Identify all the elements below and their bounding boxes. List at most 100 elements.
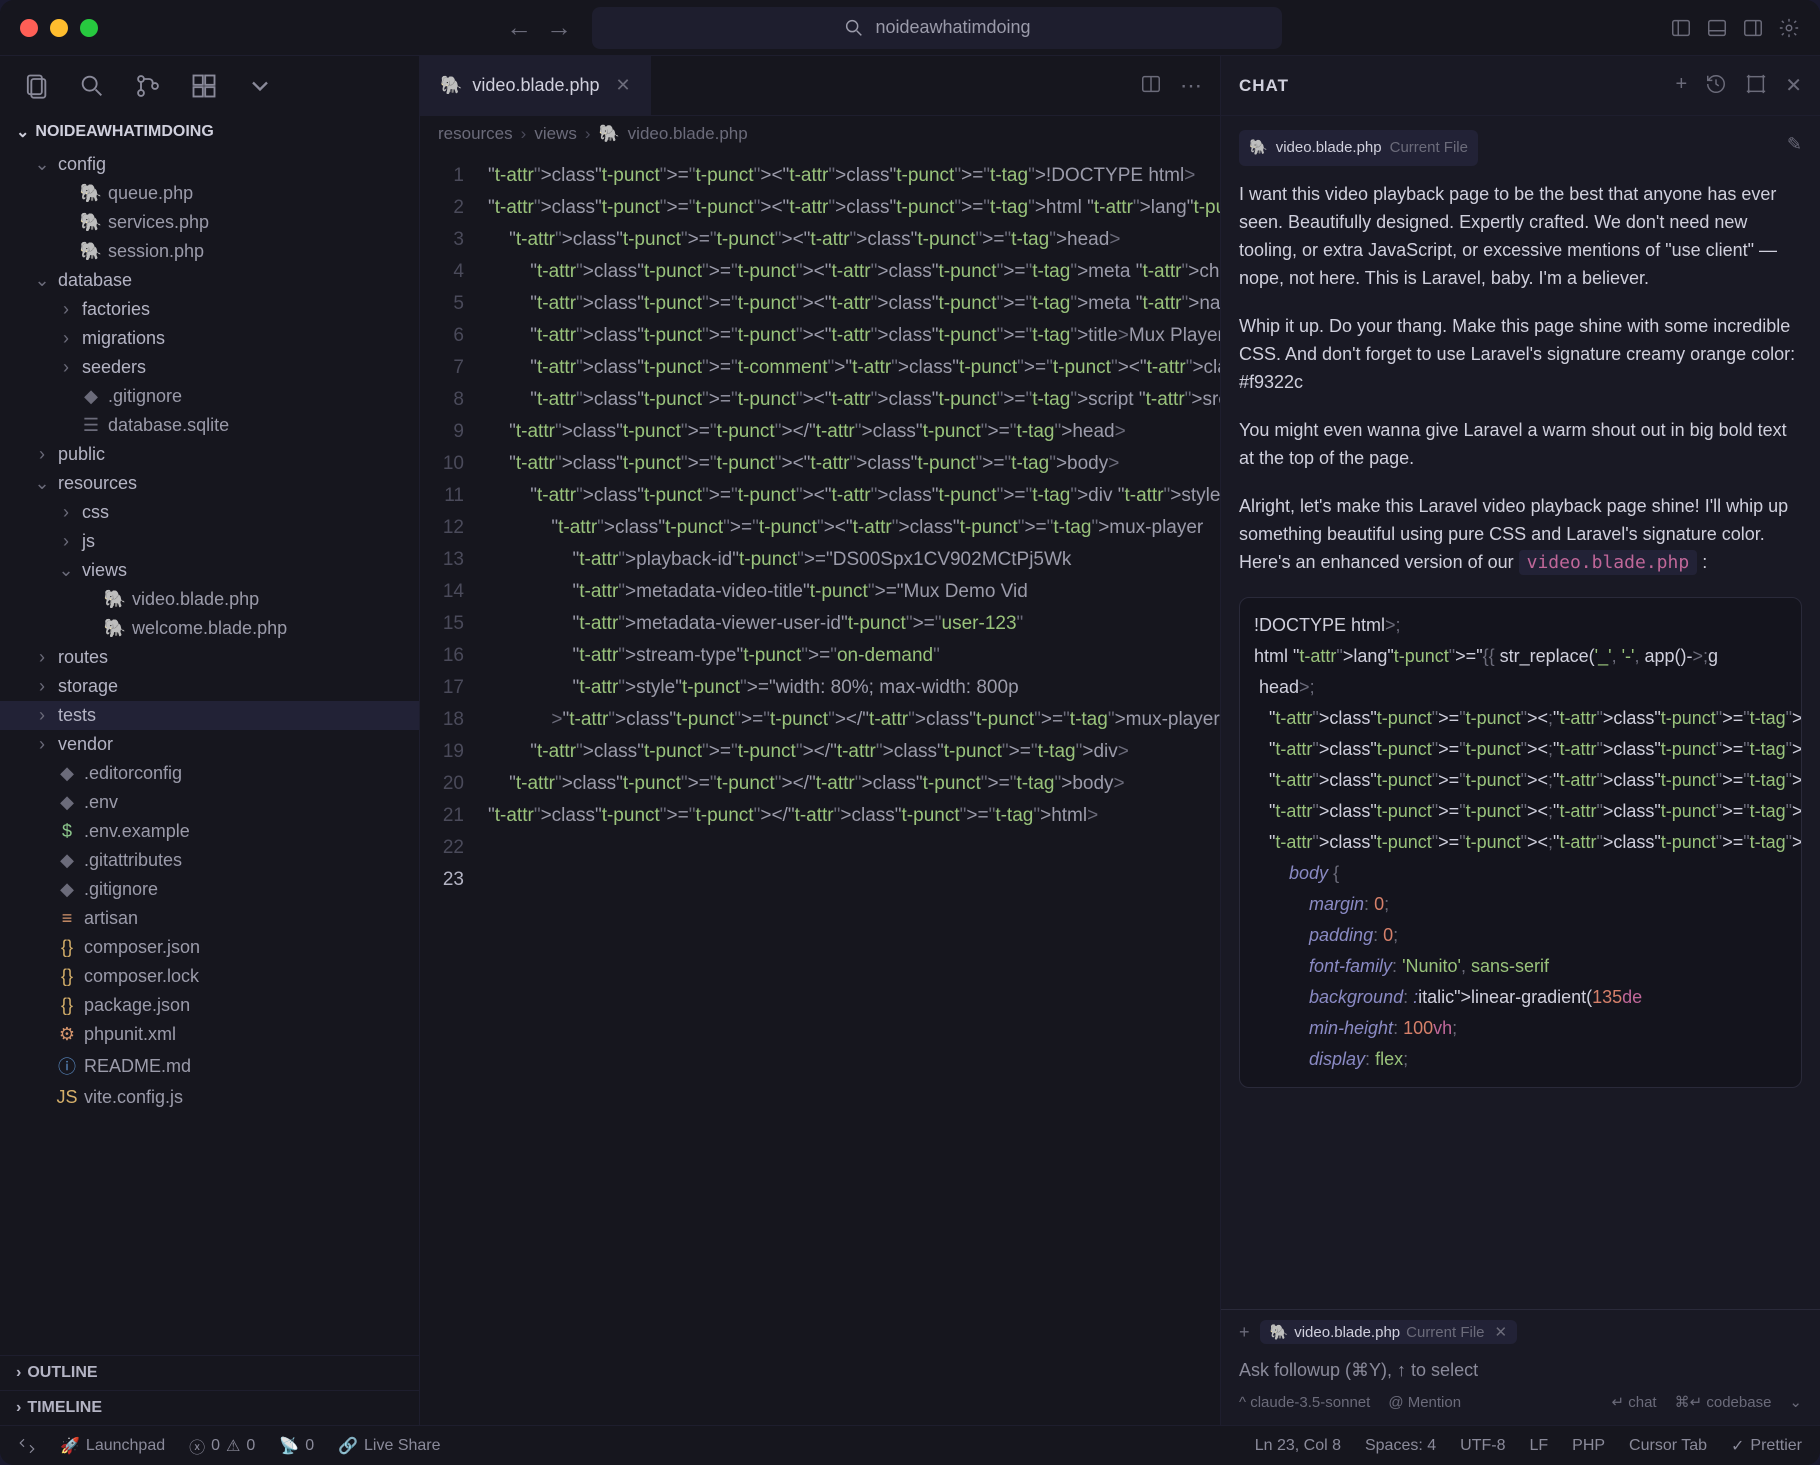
editor-tab[interactable]: 🐘 video.blade.php ✕ — [420, 56, 651, 115]
file-item[interactable]: $.env.example — [0, 817, 419, 846]
close-panel-icon[interactable]: ✕ — [1785, 73, 1802, 98]
command-center[interactable]: noideawhatimdoing — [592, 7, 1282, 49]
chevron-icon: ⌄ — [34, 270, 50, 291]
chat-input-area: + 🐘 video.blade.php Current File ✕ Ask f… — [1221, 1309, 1820, 1425]
folder-item[interactable]: ›migrations — [0, 324, 419, 353]
file-item[interactable]: ◆.env — [0, 788, 419, 817]
extensions-icon[interactable] — [190, 72, 218, 100]
file-item[interactable]: ◆.gitignore — [0, 875, 419, 904]
folder-item[interactable]: ›tests — [0, 701, 419, 730]
explorer-header[interactable]: ⌄ NOIDEAWHATIMDOING — [0, 116, 419, 148]
edit-icon[interactable]: ✎ — [1787, 130, 1802, 158]
code-editor[interactable]: 1234567891011121314151617181920212223 "t… — [420, 152, 1220, 1425]
file-item[interactable]: 🐘welcome.blade.php — [0, 614, 419, 643]
gitattr-icon: ◆ — [58, 850, 76, 871]
file-item[interactable]: {}package.json — [0, 991, 419, 1020]
model-selector[interactable]: ^ claude-3.5-sonnet — [1239, 1394, 1370, 1411]
file-item[interactable]: ≡artisan — [0, 904, 419, 933]
folder-item[interactable]: ›routes — [0, 643, 419, 672]
panel-bottom-icon[interactable] — [1706, 17, 1728, 39]
folder-item[interactable]: ⌄resources — [0, 469, 419, 498]
window-close-button[interactable] — [20, 19, 38, 37]
file-item[interactable]: 🐘video.blade.php — [0, 585, 419, 614]
close-tab-icon[interactable]: ✕ — [616, 75, 631, 96]
file-item[interactable]: 🐘services.php — [0, 208, 419, 237]
more-actions-icon[interactable]: ⋯ — [1180, 73, 1202, 99]
file-item[interactable]: ⓘREADME.md — [0, 1049, 419, 1083]
outline-section[interactable]: ›OUTLINE — [0, 1355, 419, 1390]
file-item[interactable]: 🐘queue.php — [0, 179, 419, 208]
file-item[interactable]: ◆.gitignore — [0, 382, 419, 411]
folder-item[interactable]: ›css — [0, 498, 419, 527]
panel-right-icon[interactable] — [1742, 17, 1764, 39]
chat-input[interactable]: Ask followup (⌘Y), ↑ to select — [1239, 1354, 1802, 1393]
file-item[interactable]: ☰database.sqlite — [0, 411, 419, 440]
file-tree: ⌄config🐘queue.php🐘services.php🐘session.p… — [0, 148, 419, 1355]
envexample-icon: $ — [58, 821, 76, 842]
search-icon[interactable] — [78, 72, 106, 100]
timeline-section[interactable]: ›TIMELINE — [0, 1390, 419, 1425]
file-item[interactable]: ◆.gitattributes — [0, 846, 419, 875]
window-minimize-button[interactable] — [50, 19, 68, 37]
code-content[interactable]: "t-attr">class"t-punct">="t-punct"><"t-a… — [480, 152, 1220, 1425]
mention-button[interactable]: @ Mention — [1388, 1394, 1461, 1411]
new-chat-icon[interactable]: + — [1676, 73, 1688, 98]
launchpad-button[interactable]: 🚀 Launchpad — [60, 1436, 165, 1456]
breadcrumb-segment[interactable]: video.blade.php — [628, 124, 748, 144]
nav-forward-icon[interactable]: → — [546, 12, 572, 43]
ports-button[interactable]: 📡 0 — [279, 1436, 314, 1456]
status-bar: 🚀 Launchpad ⓧ 0 ⚠ 0 📡 0 🔗 Live Share Ln … — [0, 1425, 1820, 1465]
nav-back-icon[interactable]: ← — [506, 12, 532, 43]
source-control-icon[interactable] — [134, 72, 162, 100]
chat-body[interactable]: ✎ 🐘 video.blade.php Current File I want … — [1221, 116, 1820, 1309]
chevron-down-icon[interactable]: ⌄ — [1789, 1393, 1802, 1411]
indentation-button[interactable]: Spaces: 4 — [1365, 1437, 1436, 1455]
input-context-chip[interactable]: 🐘 video.blade.php Current File ✕ — [1260, 1320, 1518, 1344]
chevron-down-icon[interactable] — [246, 72, 274, 100]
eol-button[interactable]: LF — [1529, 1437, 1548, 1455]
folder-item[interactable]: ›factories — [0, 295, 419, 324]
cursor-tab-button[interactable]: Cursor Tab — [1629, 1437, 1707, 1455]
folder-item[interactable]: ›seeders — [0, 353, 419, 382]
user-message: You might even wanna give Laravel a warm… — [1239, 416, 1802, 472]
assistant-code-block[interactable]: !DOCTYPE html>;html "t-attr">lang"t-punc… — [1239, 597, 1802, 1088]
encoding-button[interactable]: UTF-8 — [1460, 1437, 1505, 1455]
split-editor-icon[interactable] — [1140, 73, 1162, 95]
explorer-icon[interactable] — [22, 72, 50, 100]
panel-left-icon[interactable] — [1670, 17, 1692, 39]
cursor-position[interactable]: Ln 23, Col 8 — [1255, 1437, 1341, 1455]
folder-item[interactable]: ›storage — [0, 672, 419, 701]
breadcrumb-segment[interactable]: resources — [438, 124, 513, 144]
file-item[interactable]: {}composer.json — [0, 933, 419, 962]
problems-button[interactable]: ⓧ 0 ⚠ 0 — [189, 1434, 255, 1458]
liveshare-button[interactable]: 🔗 Live Share — [338, 1436, 440, 1456]
breadcrumb-segment[interactable]: views — [534, 124, 577, 144]
remote-button[interactable] — [18, 1437, 36, 1455]
chevron-icon: › — [34, 705, 50, 726]
chat-button[interactable]: ↵ chat — [1612, 1393, 1657, 1411]
frame-icon[interactable] — [1745, 73, 1767, 95]
folder-item[interactable]: ›public — [0, 440, 419, 469]
file-item[interactable]: ⚙phpunit.xml — [0, 1020, 419, 1049]
codebase-button[interactable]: ⌘↵ codebase — [1675, 1393, 1772, 1411]
file-item[interactable]: ◆.editorconfig — [0, 759, 419, 788]
file-item[interactable]: JSvite.config.js — [0, 1083, 419, 1112]
prettier-button[interactable]: ✓ Prettier — [1731, 1436, 1802, 1456]
gear-icon[interactable] — [1778, 17, 1800, 39]
breadcrumb[interactable]: resources› views› 🐘 video.blade.php — [420, 116, 1220, 152]
folder-item[interactable]: ⌄database — [0, 266, 419, 295]
context-chip[interactable]: 🐘 video.blade.php Current File — [1239, 130, 1478, 166]
folder-item[interactable]: ›js — [0, 527, 419, 556]
folder-item[interactable]: ⌄config — [0, 150, 419, 179]
remove-chip-icon[interactable]: ✕ — [1495, 1323, 1508, 1341]
file-item[interactable]: {}composer.lock — [0, 962, 419, 991]
line-gutter: 1234567891011121314151617181920212223 — [420, 152, 480, 1425]
add-context-icon[interactable]: + — [1239, 1322, 1250, 1343]
folder-item[interactable]: ›vendor — [0, 730, 419, 759]
language-button[interactable]: PHP — [1572, 1437, 1605, 1455]
folder-item[interactable]: ⌄views — [0, 556, 419, 585]
window-maximize-button[interactable] — [80, 19, 98, 37]
chevron-icon: › — [58, 299, 74, 320]
history-icon[interactable] — [1705, 73, 1727, 95]
file-item[interactable]: 🐘session.php — [0, 237, 419, 266]
